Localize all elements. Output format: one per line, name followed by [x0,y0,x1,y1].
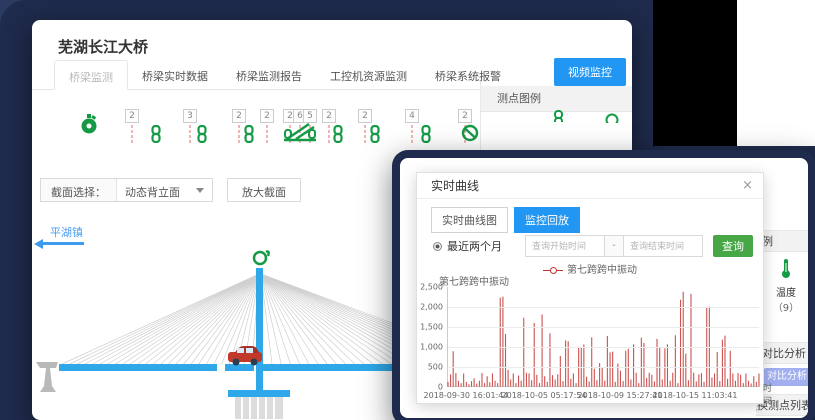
sensor-marker-line [132,125,133,143]
sensor-marker-line [365,125,366,143]
popup-window-content: 测点图例 温度 （9） 对比分析 对比分析 更换测点列表 实时曲线 × 实时曲线… [400,158,808,418]
x-tick-label: 2018-10-15 11:03:41 [653,391,738,400]
tab-0[interactable]: 桥梁监测 [54,60,128,90]
black-backdrop [653,0,737,146]
sensor-count-badge: 3 [183,109,197,123]
section-controls: 截面选择： 动态背立面 放大截面 [40,178,301,204]
section-select-value: 动态背立面 [125,186,180,199]
y-tick-label: 1,500 [417,323,443,332]
page-title: 芜湖长江大桥 [58,36,148,57]
sensor-count-badge: 2 [125,109,139,123]
section-select-group: 截面选择： 动态背立面 [40,178,213,202]
y-tick-label: 2,000 [417,303,443,312]
zoom-section-button[interactable]: 放大截面 [227,178,301,202]
noentry-icon [461,124,479,146]
car [228,346,262,366]
abutment [36,362,58,392]
x-tick-label: 2018-10-09 15:27:41 [578,391,663,400]
y-tick-label: 500 [417,363,443,372]
gridline [448,327,759,328]
dialog-tab-0[interactable]: 实时曲线图 [431,207,508,233]
date-range-separator: - [605,235,623,257]
dialog-tabs: 实时曲线图监控回放 [431,207,580,233]
tower-top-sensor-icon [254,252,269,265]
date-range-inputs: - [525,235,703,257]
y-tick-label: 0 [417,383,443,392]
tab-1[interactable]: 桥梁实时数据 [128,60,222,90]
sensor-count-badge: 4 [405,109,419,123]
sensor-count-badge: 2 [322,109,336,123]
thermometer-icon [780,258,792,278]
popup-window: 测点图例 温度 （9） 对比分析 对比分析 更换测点列表 实时曲线 × 实时曲线… [392,150,815,420]
vibration-chart [447,287,759,387]
legend-marker-icon [543,266,563,274]
sensor-circle-icon [605,111,619,123]
chevron-down-icon [196,188,204,193]
sensor-count-badge: 2 [260,109,274,123]
x-axis-name: 时间 [763,381,772,407]
sensor-marker-line [329,125,330,143]
sensor-marker-line [267,125,268,143]
sensor-legend-row: 23222652242 [32,91,480,159]
y-tick-label: 1,000 [417,343,443,352]
sensor-marker-line [412,125,413,143]
chain-icon [196,125,208,147]
chain-icon [553,110,565,122]
sensor-marker-line [239,125,240,143]
chart-series [448,287,759,387]
white-backdrop [737,0,815,146]
close-icon[interactable]: × [742,173,753,199]
legend-panel-header: 测点图例 [481,86,632,112]
main-tabs: 桥梁监测桥梁实时数据桥梁监测报告工控机资源监测桥梁系统报警 [54,60,515,90]
stopwatch-icon [80,113,98,139]
bridge-icon [283,121,317,147]
sensor-count-badge: 2 [458,109,472,123]
end-time-input[interactable] [623,235,703,257]
pier-cap [228,390,290,397]
section-select[interactable]: 动态背立面 [116,179,212,201]
dialog-header: 实时曲线 × [417,173,763,199]
pier-piles [235,397,283,419]
radio-selected-icon[interactable] [433,242,442,251]
gridline [448,367,759,368]
chart-title: 第七跨跨中振动 [439,273,509,288]
section-select-label: 截面选择： [41,179,116,201]
gridline [448,307,759,308]
x-tick-label: 2018-10-05 05:17:54 [502,391,587,400]
chain-icon [243,125,255,147]
bridge-tower [256,268,263,390]
realtime-curve-dialog: 实时曲线 × 实时曲线图监控回放 最近两个月 - 查询 第七跨跨中振动 第七跨跨 [416,172,764,404]
sensor-count-badge: 2 [232,109,246,123]
direction-arrow-icon [42,242,84,245]
sensor-marker-line [190,125,191,143]
start-time-input[interactable] [525,235,605,257]
sensor-count-badge: 2 [358,109,372,123]
video-monitor-button[interactable]: 视频监控 [554,58,626,86]
dialog-tab-1[interactable]: 监控回放 [514,207,580,233]
dialog-title: 实时曲线 [431,179,479,193]
gridline [448,347,759,348]
query-controls: 最近两个月 - 查询 [417,235,763,257]
recent-range-label: 最近两个月 [447,238,502,254]
chain-icon [150,125,162,147]
recent-range-radio-wrap: 最近两个月 [433,238,502,254]
chain-icon [369,125,381,147]
legend-label: 第七跨跨中振动 [567,265,637,276]
chain-icon [420,125,432,147]
chain-icon [332,125,344,147]
tab-2[interactable]: 桥梁监测报告 [222,60,316,90]
query-button[interactable]: 查询 [713,235,753,257]
direction-label: 平湖镇 [50,224,83,240]
x-tick-label: 2018-09-30 16:01:44 [424,391,509,400]
tab-3[interactable]: 工控机资源监测 [316,60,421,90]
